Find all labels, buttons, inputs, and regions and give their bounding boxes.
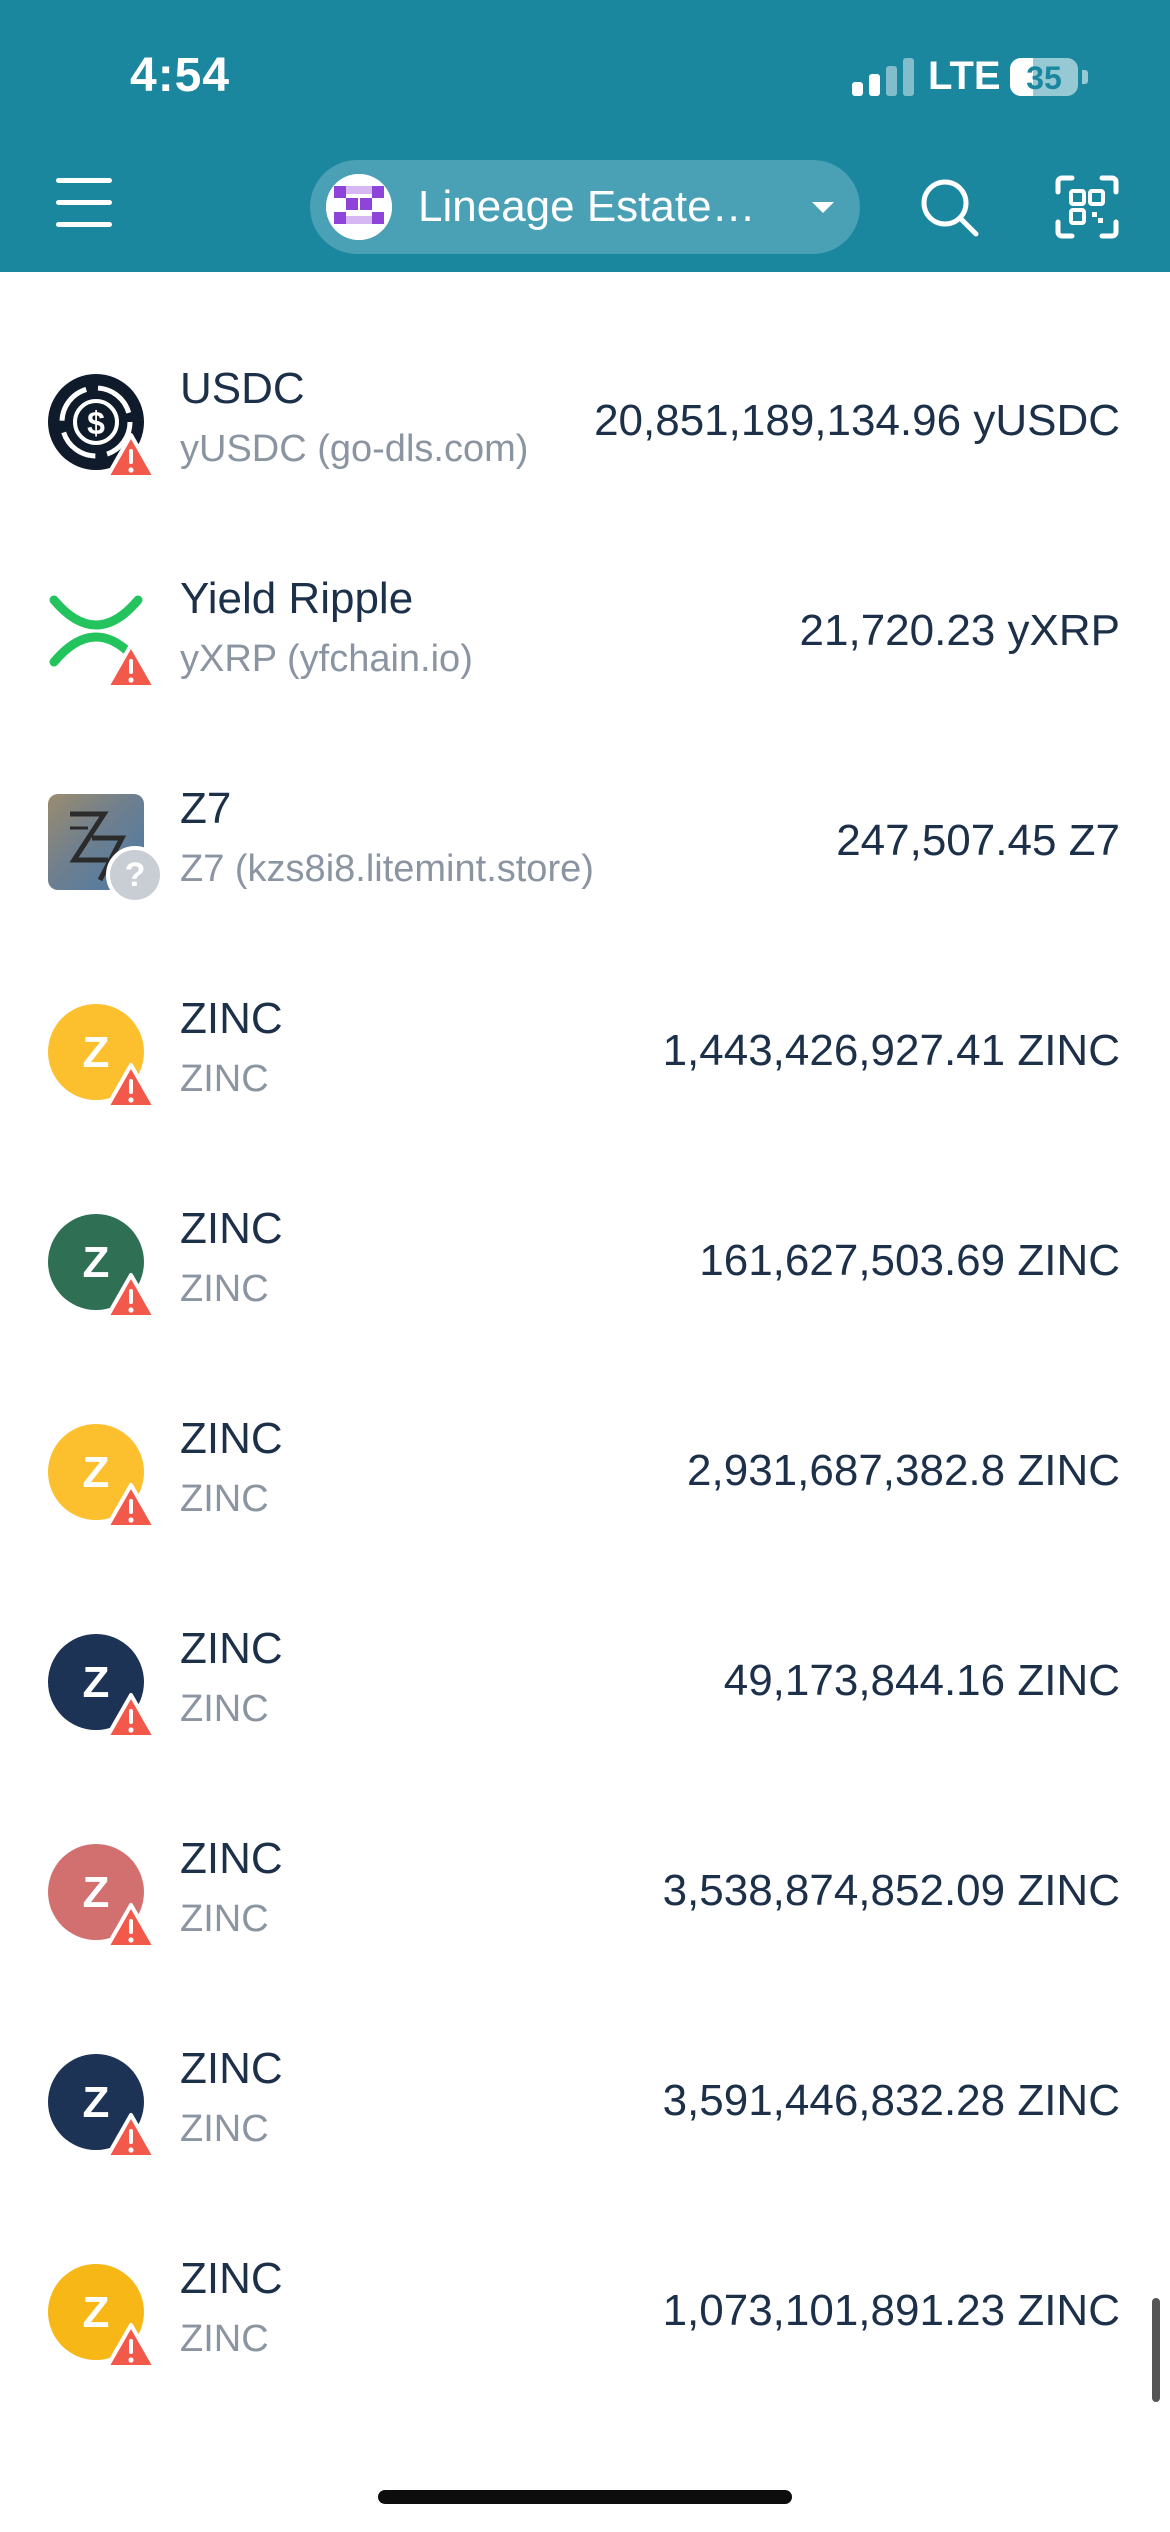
warning-icon (104, 1692, 158, 1740)
token-balance: 1,073,101,891.23 ZINC (662, 2286, 1120, 2335)
token-balance: 2,931,687,382.8 ZINC (687, 1446, 1120, 1495)
warning-icon (104, 1902, 158, 1950)
home-indicator[interactable] (378, 2490, 792, 2504)
warning-icon (104, 432, 158, 480)
token-row[interactable]: Z ZINC ZINC 1,073,101,891.23 ZINC (0, 2172, 1170, 2382)
token-name: ZINC (180, 994, 283, 1043)
token-row[interactable]: Yield Ripple yXRP (yfchain.io) 21,720.23… (0, 492, 1170, 702)
token-row[interactable]: Z ZINC ZINC 1,443,426,927.41 ZINC (0, 912, 1170, 1122)
scrollbar[interactable] (1152, 2298, 1160, 2402)
token-name: USDC (180, 364, 305, 413)
token-balance: 3,591,446,832.28 ZINC (662, 2076, 1120, 2125)
svg-text:$: $ (87, 405, 105, 441)
token-row[interactable]: $ USDC yUSDC (go-dls.com) 20,851,189,134… (0, 282, 1170, 492)
wallet-avatar (326, 174, 392, 240)
network-type: LTE (928, 54, 1001, 98)
token-subtitle: ZINC (180, 1058, 269, 1100)
search-icon[interactable] (918, 176, 982, 240)
token-row[interactable]: Z ZINC ZINC 3,538,874,852.09 ZINC (0, 1752, 1170, 1962)
token-name: ZINC (180, 1834, 283, 1883)
token-balance: 1,443,426,927.41 ZINC (662, 1026, 1120, 1075)
token-row[interactable]: Z ZINC ZINC 3,591,446,832.28 ZINC (0, 1962, 1170, 2172)
token-subtitle: ZINC (180, 1898, 269, 1940)
token-name: Z7 (180, 784, 232, 833)
chevron-down-icon (812, 202, 834, 213)
token-balance: 20,851,189,134.96 yUSDC (594, 396, 1120, 445)
battery-level: 35 (1026, 60, 1062, 96)
unknown-token-icon: ? (106, 846, 164, 904)
warning-icon (104, 2322, 158, 2370)
token-name: ZINC (180, 1624, 283, 1673)
cellular-signal-icon (852, 58, 916, 96)
token-subtitle: yXRP (yfchain.io) (180, 638, 473, 680)
battery-tip (1082, 70, 1088, 84)
token-row[interactable]: ? Z7 Z7 (kzs8i8.litemint.store) 247,507.… (0, 702, 1170, 912)
wallet-name: Lineage Estate… (418, 182, 756, 231)
token-balance: 161,627,503.69 ZINC (699, 1236, 1120, 1285)
token-balance: 3,538,874,852.09 ZINC (662, 1866, 1120, 1915)
battery-icon: 35 (1010, 58, 1078, 96)
token-name: ZINC (180, 2254, 283, 2303)
qr-scan-icon[interactable] (1054, 174, 1120, 240)
wallet-selector[interactable]: Lineage Estate… (310, 160, 860, 254)
token-balance: 49,173,844.16 ZINC (723, 1656, 1120, 1705)
token-row[interactable]: Z ZINC ZINC 2,931,687,382.8 ZINC (0, 1332, 1170, 1542)
token-subtitle: ZINC (180, 1268, 269, 1310)
token-name: ZINC (180, 2044, 283, 2093)
token-subtitle: ZINC (180, 2108, 269, 2150)
token-subtitle: ZINC (180, 1478, 269, 1520)
token-balance: 247,507.45 Z7 (836, 816, 1120, 865)
hamburger-menu-icon[interactable] (56, 178, 114, 228)
token-row[interactable]: Z ZINC ZINC 49,173,844.16 ZINC (0, 1542, 1170, 1752)
token-subtitle: ZINC (180, 1688, 269, 1730)
token-name: ZINC (180, 1414, 283, 1463)
token-name: Yield Ripple (180, 574, 414, 623)
token-subtitle: yUSDC (go-dls.com) (180, 428, 529, 470)
warning-icon (104, 1482, 158, 1530)
warning-icon (104, 642, 158, 690)
token-subtitle: Z7 (kzs8i8.litemint.store) (180, 848, 594, 890)
token-row[interactable]: Z ZINC ZINC 161,627,503.69 ZINC (0, 1122, 1170, 1332)
top-app-bar: 4:54 LTE 35 Lineage Estate… (0, 0, 1170, 272)
warning-icon (104, 2112, 158, 2160)
token-subtitle: ZINC (180, 2318, 269, 2360)
warning-icon (104, 1272, 158, 1320)
status-time: 4:54 (130, 49, 231, 102)
token-name: ZINC (180, 1204, 283, 1253)
token-balance: 21,720.23 yXRP (799, 606, 1120, 655)
warning-icon (104, 1062, 158, 1110)
